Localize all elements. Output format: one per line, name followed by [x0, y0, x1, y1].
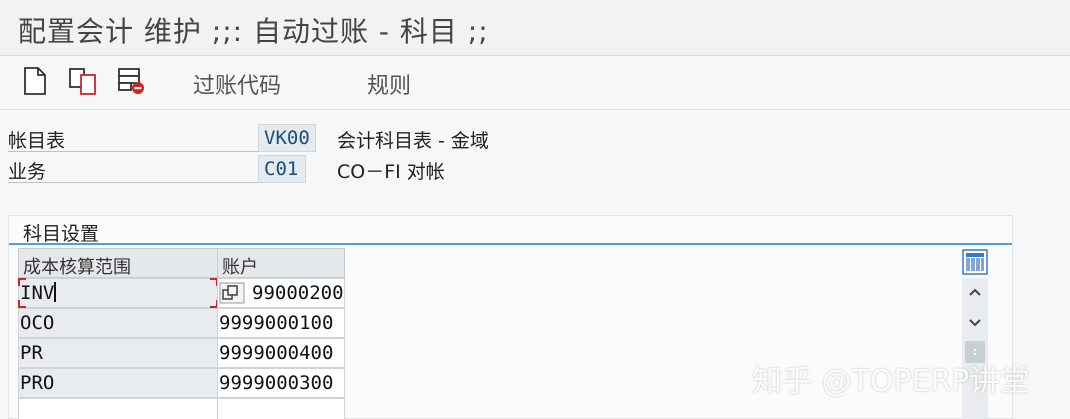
transaction-description: CO－FI 对帐	[337, 161, 445, 183]
copy-icon[interactable]	[68, 66, 98, 96]
posting-key-button[interactable]: 过账代码	[193, 68, 281, 100]
watermark: 知乎 @TOPERP讲堂	[752, 364, 1030, 399]
grid-cell-key[interactable]: PR	[18, 338, 218, 368]
grid-cell-key[interactable]: OCO	[18, 308, 218, 338]
grid-cell-account[interactable]: 9999000400	[217, 338, 345, 368]
field-divider	[8, 182, 258, 183]
field-divider	[8, 151, 258, 152]
page-title: 配置会计 维护 ;;: 自动过账 - 科目 ;;	[18, 15, 489, 48]
grid-cell-key[interactable]: INV	[18, 278, 218, 308]
grid-cell-key[interactable]: PRO	[18, 368, 218, 398]
grid-cell-empty[interactable]	[217, 398, 345, 419]
column-header-account[interactable]: 账户	[217, 248, 345, 278]
new-document-icon[interactable]	[20, 66, 50, 96]
column-settings-icon[interactable]	[962, 249, 988, 275]
group-title: 科目设置	[23, 223, 100, 245]
toolbar: 过账代码 规则	[0, 56, 1070, 110]
text-cursor	[54, 282, 57, 302]
grid-cell-account[interactable]: 9999000300	[217, 368, 345, 398]
selection-corner	[18, 278, 26, 286]
chart-of-accounts-field[interactable]: VK00	[258, 124, 316, 152]
title-bar: 配置会计 维护 ;;: 自动过账 - 科目 ;;	[0, 0, 1070, 56]
rules-button[interactable]: 规则	[367, 68, 411, 100]
chart-of-accounts-label: 帐目表	[8, 130, 66, 152]
scroll-down-icon[interactable]	[962, 309, 988, 335]
value-help-icon[interactable]	[219, 282, 245, 304]
grid-cell-account[interactable]: 9999000100	[217, 308, 345, 338]
scroll-up-icon[interactable]	[962, 280, 988, 306]
chart-of-accounts-description: 会计科目表 - 金域	[337, 130, 489, 152]
group-title-underline	[9, 243, 1012, 245]
grid-cell-empty[interactable]	[18, 398, 218, 419]
selection-corner	[18, 300, 26, 308]
transaction-label: 业务	[8, 161, 47, 183]
delete-icon[interactable]	[116, 66, 146, 96]
column-header-cost-area[interactable]: 成本核算范围	[18, 248, 218, 278]
transaction-field[interactable]: C01	[258, 155, 306, 183]
